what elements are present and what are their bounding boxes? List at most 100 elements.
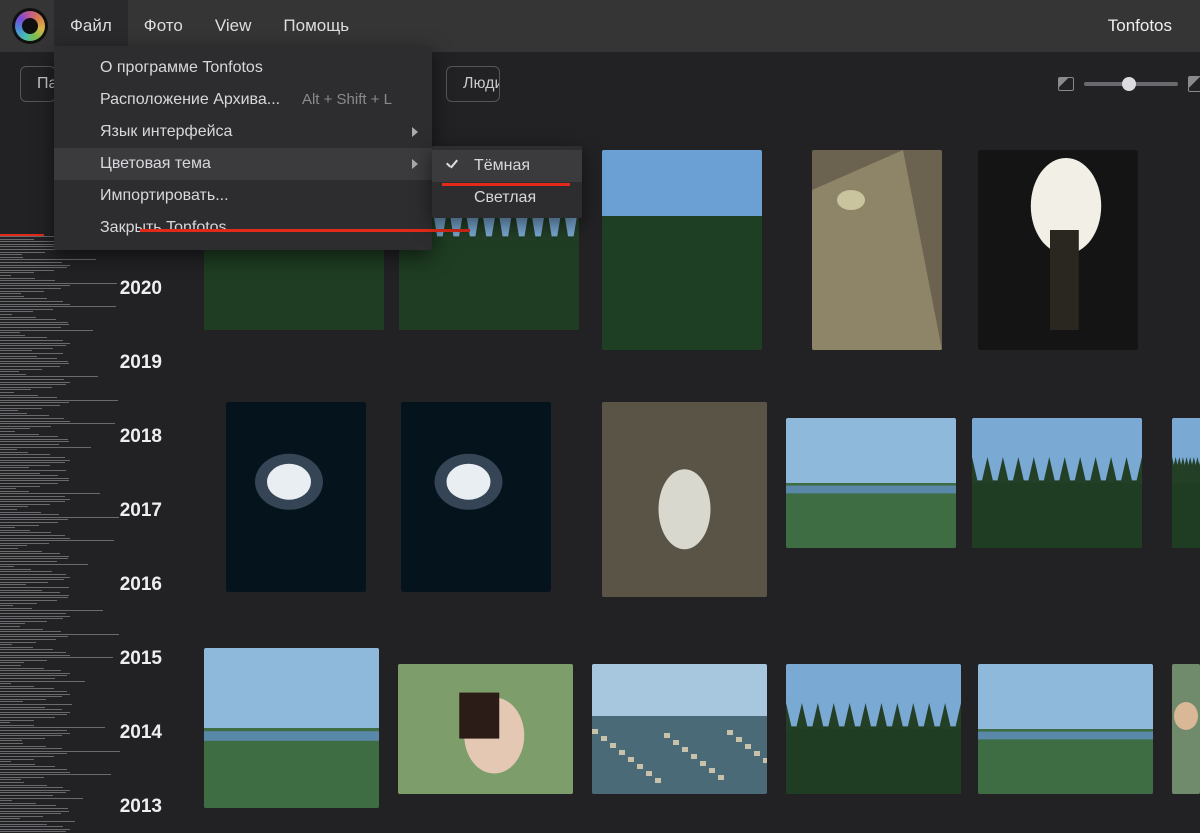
timeline-tick xyxy=(0,746,46,747)
timeline-tick xyxy=(0,808,68,809)
app-title: Tonfotos xyxy=(1108,0,1172,52)
dd-label: Расположение Архива... xyxy=(100,91,280,108)
photo-thumbnail[interactable] xyxy=(398,664,573,794)
photo-thumbnail[interactable] xyxy=(786,418,956,548)
timeline-tick xyxy=(0,686,34,687)
timeline-tick xyxy=(0,415,49,416)
photo-thumbnail[interactable] xyxy=(204,648,379,808)
photo-thumbnail[interactable] xyxy=(978,664,1153,794)
zoom-slider[interactable] xyxy=(1084,82,1178,86)
timeline-tick xyxy=(0,631,61,632)
zoom-slider-group xyxy=(1058,52,1200,116)
timeline-year[interactable]: 2020 xyxy=(120,278,162,300)
timeline-tick xyxy=(0,392,14,393)
menu-photo[interactable]: Фото xyxy=(128,0,199,52)
photo-thumbnail[interactable] xyxy=(1172,418,1200,548)
photo-thumbnail[interactable] xyxy=(812,150,942,350)
timeline-tick xyxy=(0,301,63,302)
dd-label: Цветовая тема xyxy=(100,155,211,172)
timeline-tick xyxy=(0,740,22,741)
timeline-tick xyxy=(0,356,37,357)
photo-thumbnail[interactable] xyxy=(978,150,1138,350)
timeline-tick xyxy=(0,353,63,354)
thumbnail-small-icon xyxy=(1058,77,1074,91)
photo-thumbnail[interactable] xyxy=(226,402,366,592)
menu-file[interactable]: Файл xyxy=(54,0,128,52)
timeline-tick xyxy=(0,272,34,273)
timeline-tick xyxy=(0,675,67,676)
timeline-tick xyxy=(0,431,15,432)
timeline-year[interactable]: 2017 xyxy=(120,500,162,522)
dd-import[interactable]: Импортировать... xyxy=(54,180,432,212)
timeline-tick xyxy=(0,821,75,822)
timeline-tick xyxy=(0,314,12,315)
photo-thumbnail[interactable] xyxy=(401,402,551,592)
timeline-tick xyxy=(0,590,42,591)
timeline-tick xyxy=(0,267,67,268)
timeline-tick xyxy=(0,304,70,305)
timeline-tick xyxy=(0,449,17,450)
timeline-tick xyxy=(0,660,47,661)
toolbar-button-left-partial[interactable]: Па xyxy=(20,66,56,102)
timeline-tick xyxy=(0,584,26,585)
timeline-tick xyxy=(0,317,36,318)
zoom-slider-thumb[interactable] xyxy=(1122,77,1136,91)
timeline-tick xyxy=(0,387,52,388)
timeline-tick xyxy=(0,636,68,637)
timeline-tick xyxy=(0,395,38,396)
menu-view[interactable]: View xyxy=(199,0,268,52)
dd-archive[interactable]: Расположение Архива... Alt + Shift + L xyxy=(54,84,432,116)
toolbar-button-people-partial[interactable]: Люди xyxy=(446,66,500,102)
timeline-tick xyxy=(0,681,85,682)
timeline-year[interactable]: 2015 xyxy=(120,648,162,670)
timeline-tick xyxy=(0,397,57,398)
dd-close[interactable]: Закрыть Tonfotos xyxy=(54,212,432,244)
photo-thumbnail[interactable] xyxy=(602,402,767,597)
timeline-tick xyxy=(0,790,70,791)
timeline-tick xyxy=(0,291,44,292)
timeline-tick xyxy=(0,239,34,240)
timeline-tick xyxy=(0,376,98,377)
timeline-tick xyxy=(0,623,25,624)
photo-thumbnail[interactable] xyxy=(602,150,762,350)
timeline-tick xyxy=(0,694,70,695)
timeline-tick xyxy=(0,480,69,481)
dd-language[interactable]: Язык интерфейса xyxy=(54,116,432,148)
sm-theme-dark[interactable]: Тёмная xyxy=(432,150,582,182)
dd-about[interactable]: О программе Tonfotos xyxy=(54,52,432,84)
timeline-tick xyxy=(0,610,103,611)
sm-theme-light[interactable]: Светлая xyxy=(432,182,582,214)
timeline-year[interactable]: 2018 xyxy=(120,426,162,448)
timeline-tick xyxy=(0,824,47,825)
dd-label: О программе Tonfotos xyxy=(100,59,263,76)
timeline-year[interactable]: 2016 xyxy=(120,574,162,596)
timeline-tick xyxy=(0,306,116,307)
timeline-tick xyxy=(0,285,70,286)
timeline-tick xyxy=(0,444,59,445)
dd-theme[interactable]: Цветовая тема xyxy=(54,148,432,180)
menubar-items: Файл Фото View Помощь xyxy=(54,0,365,52)
timeline-tick xyxy=(0,717,55,718)
timeline-tick xyxy=(0,327,61,328)
timeline-tick xyxy=(0,270,54,271)
timeline-tick xyxy=(0,595,69,596)
photo-thumbnail[interactable] xyxy=(972,418,1142,548)
timeline-tick xyxy=(0,753,67,754)
timeline-year[interactable]: 2013 xyxy=(120,796,162,818)
timeline-tick xyxy=(0,714,67,715)
menu-help[interactable]: Помощь xyxy=(267,0,365,52)
timeline-tick xyxy=(0,361,68,362)
timeline-tick xyxy=(0,587,69,588)
timeline-year[interactable]: 2019 xyxy=(120,352,162,374)
timeline-tick xyxy=(0,699,46,700)
timeline-tick xyxy=(0,452,28,453)
timeline-year[interactable]: 2014 xyxy=(120,722,162,744)
photo-thumbnail[interactable] xyxy=(592,664,767,794)
timeline-tick xyxy=(0,603,37,604)
timeline-tick xyxy=(0,512,41,513)
timeline-tick xyxy=(0,649,53,650)
photo-thumbnail[interactable] xyxy=(1172,664,1200,794)
photo-thumbnail[interactable] xyxy=(786,664,961,794)
timeline-tick xyxy=(0,493,100,494)
timeline-tick xyxy=(0,668,44,669)
